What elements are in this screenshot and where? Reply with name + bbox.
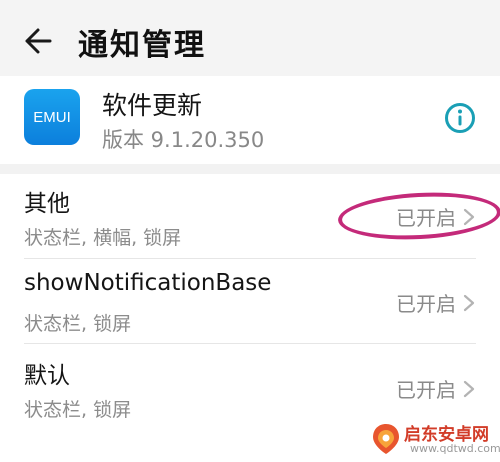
channel-row-shownotificationbase[interactable]: showNotificationBase 状态栏, 锁屏 已开启 [0,260,500,344]
channel-status: 已开启 [396,378,456,402]
divider [24,343,476,344]
channel-title: 默认 [24,363,70,389]
title-bar: 通知管理 [0,0,500,76]
channel-subtitle: 状态栏, 锁屏 [24,399,132,421]
app-icon-label: EMUI [33,108,71,126]
info-icon[interactable] [444,102,476,134]
channel-title: showNotificationBase [24,270,272,296]
watermark-logo-icon [373,424,399,454]
page-title: 通知管理 [78,28,206,63]
app-info-card: EMUI 软件更新 版本 9.1.20.350 [0,76,500,164]
watermark-url: www.qdtwd.com [410,442,500,455]
channel-subtitle: 状态栏, 横幅, 锁屏 [24,227,182,249]
channel-subtitle: 状态栏, 锁屏 [24,313,132,335]
app-version: 版本 9.1.20.350 [102,128,265,152]
app-icon: EMUI [24,89,80,145]
app-name: 软件更新 [102,91,203,120]
channel-title: 其他 [24,191,70,217]
chevron-right-icon [463,380,475,398]
back-arrow-icon[interactable] [22,26,52,56]
chevron-right-icon [463,294,475,312]
channel-status: 已开启 [396,292,456,316]
watermark: 启东安卓网 www.qdtwd.com [370,418,500,462]
divider [24,258,476,259]
